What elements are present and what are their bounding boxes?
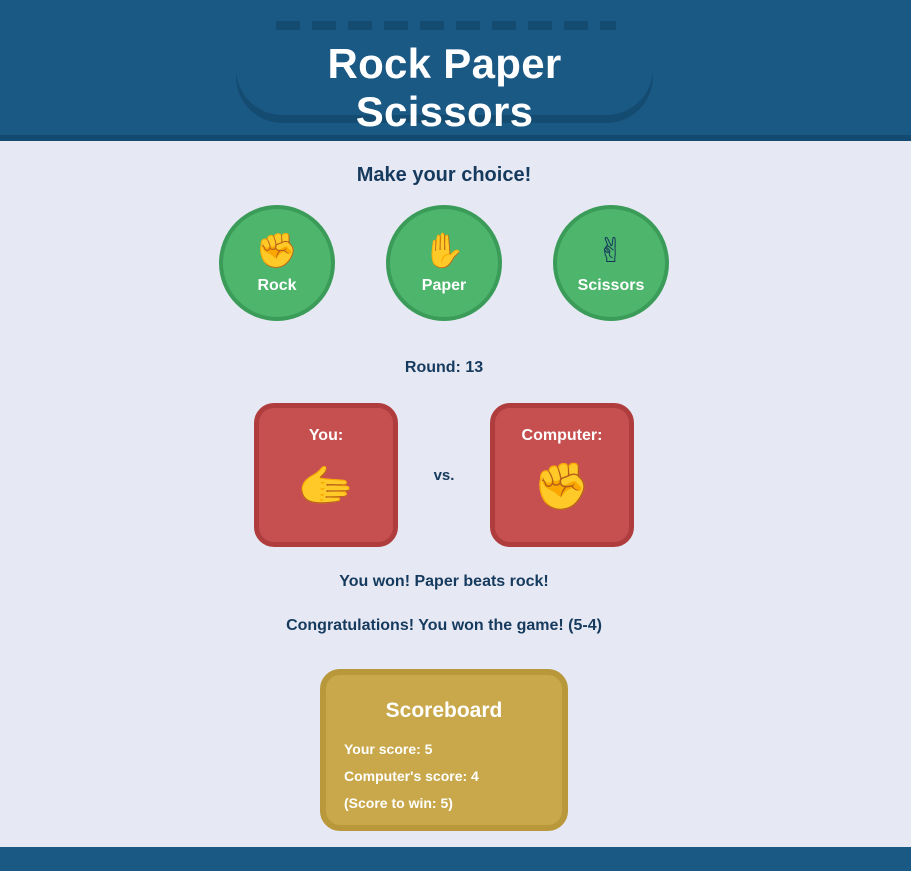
rock-button[interactable]: ✊ Rock (219, 205, 335, 321)
scissors-hand-icon: ✌ (596, 232, 626, 270)
title-banner-stitching (276, 21, 616, 30)
rock-fist-icon: ✊ (533, 460, 591, 512)
score-to-win: (Score to win: 5) (344, 795, 453, 811)
choice-prompt: Make your choice! (356, 164, 532, 186)
round-result-message: You won! Paper beats rock! (339, 573, 549, 590)
scoreboard-title: Scoreboard (385, 699, 503, 722)
paper-button-label: Paper (421, 277, 467, 294)
page-title: Rock Paper Scissors (327, 40, 562, 135)
rock-fist-icon: ✊ (255, 232, 299, 270)
footer-bar (0, 847, 911, 871)
player-score: Your score: 5 (344, 741, 433, 757)
round-counter: Round: 13 (404, 359, 484, 376)
computer-score: Computer's score: 4 (344, 768, 479, 784)
game-result-message: Congratulations! You won the game! (5-4) (286, 617, 602, 634)
player-choice-card: You: 🫱 (254, 403, 398, 547)
rock-button-label: Rock (257, 277, 297, 294)
scoreboard: Scoreboard Your score: 5 Computer's scor… (320, 669, 568, 831)
computer-choice-label: Computer: (521, 427, 603, 444)
scissors-button[interactable]: ✌ Scissors (553, 205, 669, 321)
versus-label: vs. (433, 467, 455, 484)
header-bar: Rock Paper Scissors (0, 0, 911, 141)
paper-hand-icon: ✋ (422, 232, 466, 270)
paper-hand-icon: 🫱 (297, 460, 355, 512)
player-choice-label: You: (308, 427, 344, 444)
scissors-button-label: Scissors (577, 277, 645, 294)
paper-button[interactable]: ✋ Paper (386, 205, 502, 321)
computer-choice-card: Computer: ✊ (490, 403, 634, 547)
